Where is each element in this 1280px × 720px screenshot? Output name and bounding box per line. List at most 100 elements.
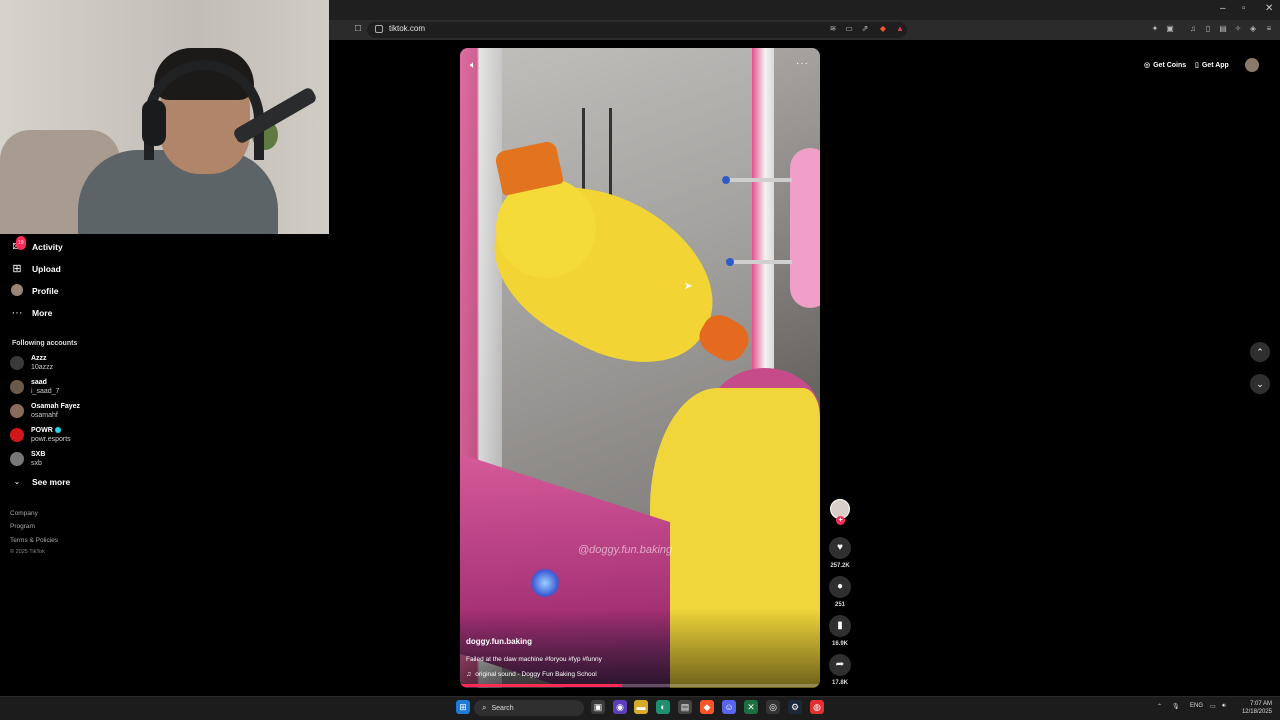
account-handle: sxb [31, 460, 42, 467]
chevron-down-icon: ⌄ [13, 477, 21, 486]
brave-icon[interactable]: ◆ [700, 700, 714, 714]
share-arrow-icon: ➦ [835, 659, 845, 670]
video-rod-knob [726, 258, 734, 266]
see-more-button[interactable]: ⌄ See more [10, 474, 71, 490]
copilot-icon[interactable]: ◉ [613, 700, 627, 714]
follow-plus-icon[interactable]: + [836, 516, 845, 525]
following-account[interactable]: Osamah Fayez osamahf [10, 400, 80, 422]
tray-overflow-icon[interactable]: ⌃ [1157, 703, 1162, 710]
coin-icon: ◎ [1144, 62, 1151, 69]
upload-icon: ⊞ [12, 263, 22, 275]
task-view-icon[interactable]: ▣ [591, 700, 605, 714]
tab-search-icon[interactable]: ▤ [1218, 24, 1228, 34]
language-indicator[interactable]: ENG [1190, 703, 1203, 709]
verified-icon [54, 427, 61, 434]
account-handle: i_saad_7 [31, 388, 60, 395]
like-count: 257.2K [830, 563, 850, 569]
phone-icon: ▯ [1195, 62, 1199, 69]
share-button[interactable]: ➦ [829, 654, 851, 676]
webcam-headphone-cup [142, 100, 166, 146]
comment-count: 251 [834, 602, 845, 608]
save-button[interactable]: ▮ [829, 615, 851, 637]
minimize-button[interactable]: – [1220, 3, 1226, 14]
brave-rewards-icon[interactable]: ▲ [895, 24, 905, 34]
account-avatar [10, 356, 24, 370]
footer-link-program[interactable]: Program [10, 523, 35, 530]
wallet-icon[interactable]: ▣ [1165, 24, 1175, 34]
taskbar-search-label: Search [491, 704, 514, 712]
share-count: 17.8K [831, 680, 848, 686]
chrome-icon[interactable]: ◍ [810, 700, 824, 714]
account-name: Azzz [31, 355, 47, 362]
activity-badge: 19 [16, 236, 26, 250]
edge-icon[interactable]: ◐ [656, 700, 670, 714]
microphone-icon[interactable]: 🎙︎ [1172, 703, 1180, 710]
vpn-icon[interactable]: ◈ [1248, 24, 1258, 34]
video-sound[interactable]: ♫ original sound - Doggy Fun Baking Scho… [466, 671, 597, 678]
reader-mode-icon[interactable]: ≋ [828, 24, 838, 34]
following-account[interactable]: saad i_saad_7 [10, 376, 59, 398]
obs-icon[interactable]: ◎ [766, 700, 780, 714]
video-rod-knob [722, 176, 730, 184]
bookmark-icon[interactable]: ☐ [353, 24, 363, 34]
discord-icon[interactable]: ☺ [722, 700, 736, 714]
system-clock[interactable]: 7:07 AM 12/18/2025 [1236, 700, 1272, 716]
close-button[interactable]: ✕ [1265, 3, 1273, 14]
comment-icon: ● [836, 581, 844, 592]
video-progress-fill [460, 684, 622, 687]
share-icon[interactable]: ⇗ [860, 24, 870, 34]
leo-ai-icon[interactable]: ✧ [1233, 24, 1243, 34]
search-icon: ⌕ [482, 703, 487, 712]
get-app-label: Get App [1201, 61, 1229, 69]
sidebar-item-activity[interactable]: ✉19 Activity [10, 236, 63, 255]
video-sound-label: original sound - Doggy Fun Baking School [475, 671, 597, 678]
chevron-down-icon: ⌄ [1256, 379, 1264, 389]
following-account[interactable]: Azzz 10azzz [10, 352, 53, 374]
account-avatar [10, 428, 24, 442]
like-button[interactable]: ♥ [829, 537, 851, 559]
network-icon[interactable]: ▭ [1210, 703, 1216, 710]
video-progress-bar[interactable] [460, 684, 820, 687]
following-account[interactable]: POWR powr.esports [10, 424, 71, 446]
video-author[interactable]: doggy.fun.baking [466, 637, 532, 646]
address-bar[interactable] [367, 22, 907, 38]
sidebar-item-profile[interactable]: Profile [10, 283, 58, 299]
volume-icon[interactable]: 🔊︎ [1222, 703, 1226, 710]
more-options-icon[interactable]: ··· [796, 58, 809, 69]
media-icon[interactable]: ♫ [1188, 24, 1198, 34]
user-avatar[interactable] [1245, 58, 1259, 72]
account-name: Osamah Fayez [31, 403, 81, 410]
excel-icon[interactable]: ✕ [744, 700, 758, 714]
cast-icon[interactable]: ▭ [844, 24, 854, 34]
previous-video-button[interactable]: ⌃ [1250, 342, 1270, 362]
comment-button[interactable]: ● [829, 576, 851, 598]
menu-icon[interactable]: ≡ [1264, 24, 1274, 34]
video-caption: Failed at the claw machine #foryou #fyp … [466, 656, 602, 663]
video-player[interactable]: @doggy.fun.baking 🔈︎ ··· doggy.fun.bakin… [460, 48, 820, 688]
footer-link-terms[interactable]: Terms & Policies [10, 537, 58, 544]
start-icon[interactable]: ⊞ [456, 700, 470, 714]
get-app-button[interactable]: ▯ Get App [1195, 58, 1229, 72]
sidebar-item-upload[interactable]: ⊞ Upload [10, 261, 60, 277]
sidebar-item-more[interactable]: ··· More [10, 305, 53, 321]
extensions-icon[interactable]: ✦ [1150, 24, 1160, 34]
file-explorer-icon[interactable]: ▬ [634, 700, 648, 714]
get-coins-button[interactable]: ◎ Get Coins [1144, 58, 1186, 72]
following-account[interactable]: SXB sxb [10, 448, 45, 470]
sidebar-toggle-icon[interactable]: ▯ [1203, 24, 1213, 34]
steam-icon[interactable]: ⚙ [788, 700, 802, 714]
footer-link-company[interactable]: Company [10, 510, 38, 517]
get-coins-label: Get Coins [1153, 61, 1187, 69]
webcam-overlay [0, 0, 329, 234]
maximize-button[interactable]: ▫ [1242, 3, 1246, 14]
bookmark-icon: ▮ [837, 620, 843, 631]
taskbar-search[interactable]: ⌕ Search [474, 700, 584, 716]
next-video-button[interactable]: ⌄ [1250, 374, 1270, 394]
account-name: POWR [31, 427, 53, 434]
volume-icon[interactable]: 🔈︎ [470, 60, 476, 71]
brave-shields-icon[interactable]: ◆ [878, 24, 888, 34]
store-icon[interactable]: ▤ [678, 700, 692, 714]
site-info-icon[interactable] [375, 25, 383, 33]
more-icon: ··· [11, 307, 23, 319]
account-name: saad [31, 379, 47, 386]
